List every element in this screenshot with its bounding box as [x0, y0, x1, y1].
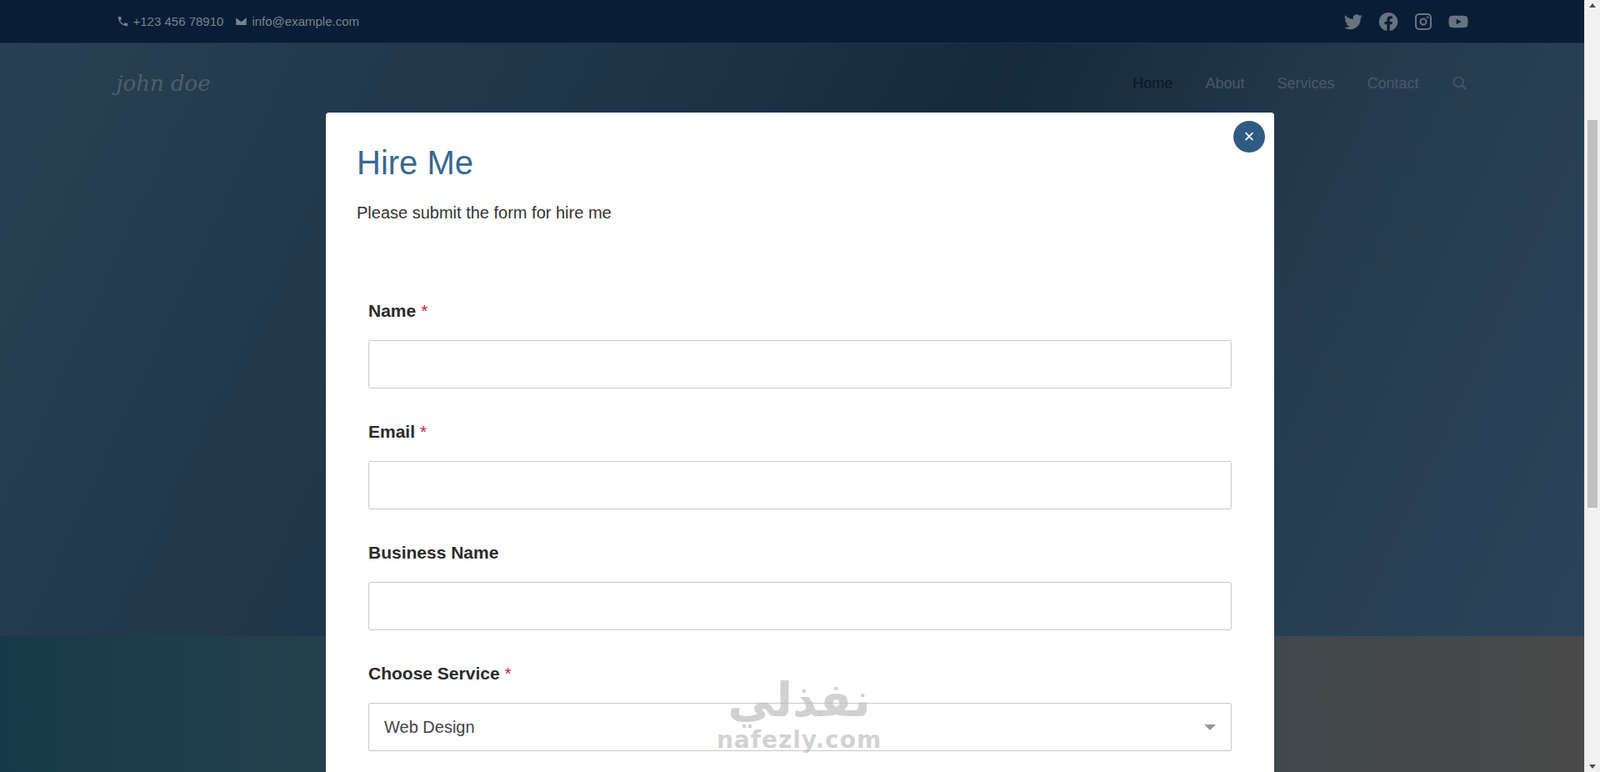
field-label-text: Email	[368, 420, 415, 444]
field-label: Choose Service*	[368, 661, 1232, 685]
scrollbar[interactable]	[1584, 0, 1600, 772]
required-mark: *	[420, 299, 428, 323]
field-label-text: Business Name	[368, 540, 499, 565]
dropdown-arrow-icon[interactable]	[1204, 724, 1216, 730]
close-button[interactable]: ×	[1233, 120, 1265, 153]
watermark-latin: nafezly.com	[716, 726, 882, 754]
field-label-text: Choose Service	[368, 661, 500, 685]
form-group: Choose Service* Web Design	[368, 661, 1232, 751]
service-select[interactable]: Web Design	[368, 702, 1232, 751]
field-label-text: Name	[368, 299, 416, 323]
scroll-up-icon[interactable]	[1589, 3, 1596, 8]
required-mark: *	[505, 661, 512, 685]
field-label: Name*	[368, 299, 1232, 323]
form-group: Email*	[368, 420, 1232, 510]
watermark: نفذليnafezly.com	[716, 673, 882, 754]
field-label: Business Name	[368, 540, 1232, 565]
select-value: Web Design	[384, 717, 475, 737]
text-input[interactable]	[368, 340, 1232, 389]
scroll-down-icon[interactable]	[1589, 764, 1596, 769]
scrollbar-thumb[interactable]	[1587, 120, 1598, 508]
field-label: Email*	[368, 420, 1232, 444]
modal-title: Hire Me	[356, 142, 1244, 183]
text-input[interactable]	[368, 460, 1232, 510]
modal-subtitle: Please submit the form for hire me	[356, 200, 1244, 225]
page: +123 456 78910info@example.comjohn doeHo…	[0, 0, 1585, 772]
hire-form: Name*Email*Business NameChoose Service*W…	[356, 299, 1244, 751]
watermark-arabic: نفذلي	[727, 673, 870, 727]
hire-me-modal: ×Hire Me Please submit the form for hire …	[325, 112, 1275, 772]
form-group: Name*	[368, 299, 1232, 389]
text-input[interactable]	[368, 581, 1232, 630]
form-group: Business Name	[368, 540, 1232, 630]
required-mark: *	[420, 420, 427, 444]
